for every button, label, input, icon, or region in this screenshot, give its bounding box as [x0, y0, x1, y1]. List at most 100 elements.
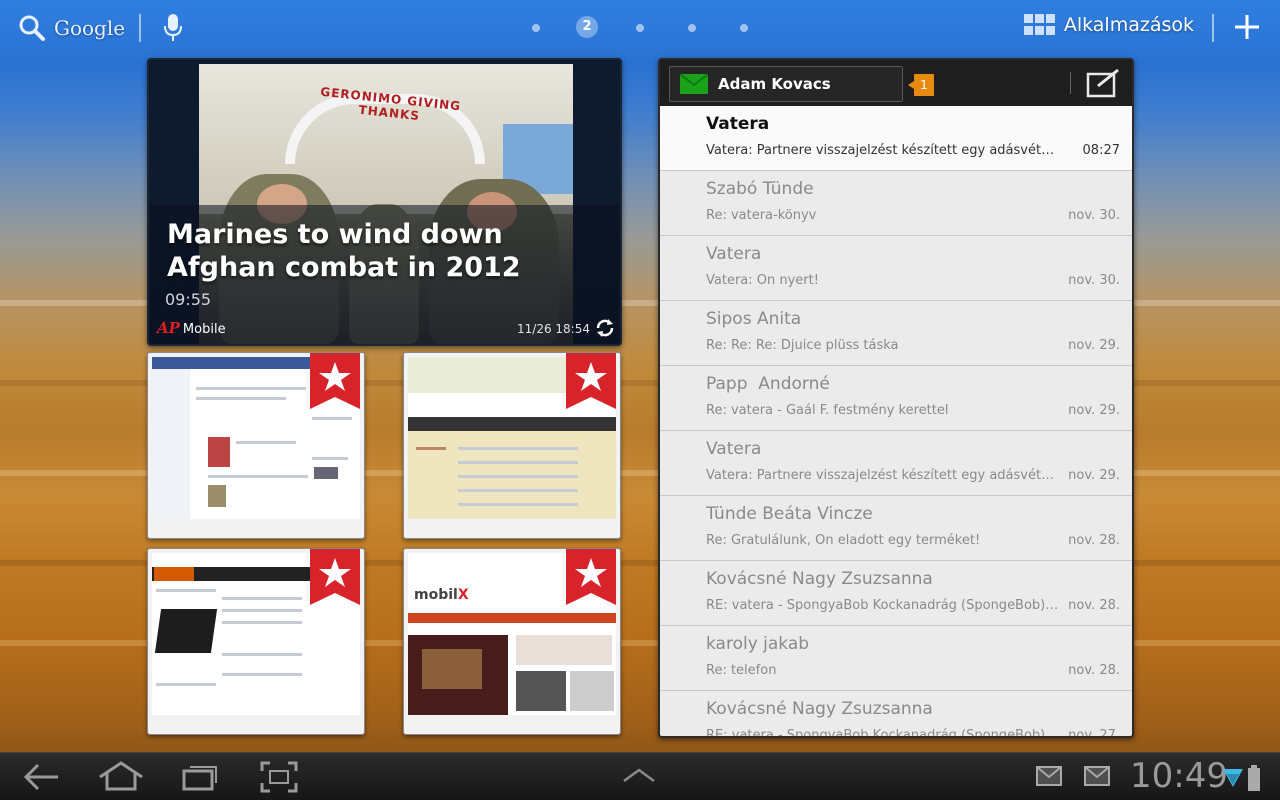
wifi-status[interactable] [1222, 765, 1244, 793]
page-dot[interactable] [532, 24, 540, 32]
gmail-widget: Adam Kovacs 1 Vatera Vatera: Partnere vi… [658, 58, 1134, 738]
back-button[interactable] [22, 761, 62, 797]
quick-menu-button[interactable] [622, 767, 656, 789]
message-date: nov. 29. [1068, 403, 1120, 418]
message-sender: karoly jakab [706, 634, 810, 654]
bookmark-facebook[interactable] [147, 352, 365, 539]
bookmark-geeks[interactable] [147, 548, 365, 735]
star-icon [566, 353, 616, 409]
news-time: 09:55 [165, 290, 212, 309]
mail-notification-icon [1084, 766, 1110, 786]
message-row[interactable]: Szabó Tünde Re: vatera-könyv nov. 30. [660, 171, 1132, 236]
message-sender: Kovácsné Nagy Zsuzsanna [706, 699, 933, 719]
message-row[interactable]: Vatera Vatera: On nyert! nov. 30. [660, 236, 1132, 301]
message-sender: Kovácsné Nagy Zsuzsanna [706, 569, 933, 589]
message-date: nov. 28. [1068, 598, 1120, 613]
message-row[interactable]: Vatera Vatera: Partnere visszajelzést ké… [660, 106, 1132, 171]
message-date: nov. 27. [1068, 728, 1120, 736]
message-sender: Szabó Tünde [706, 179, 814, 199]
account-selector[interactable]: Adam Kovacs [669, 66, 903, 102]
unread-count-badge: 1 [908, 74, 934, 96]
microphone-icon [164, 14, 182, 41]
message-row[interactable]: Kovácsné Nagy Zsuzsanna RE: vatera - Spo… [660, 691, 1132, 736]
bookmark-mobilx[interactable]: mobilX [403, 548, 621, 735]
divider [139, 14, 141, 42]
message-subject: Re: vatera-könyv [706, 208, 817, 223]
message-subject: Vatera: On nyert! [706, 273, 819, 288]
search-label: Google [54, 16, 126, 40]
message-subject: RE: vatera - SpongyaBob Kockanadrág (Spo… [706, 598, 1062, 613]
gmail-notification[interactable] [1036, 766, 1062, 790]
message-sender: Vatera [706, 114, 770, 134]
message-row[interactable]: Vatera Vatera: Partnere visszajelzést ké… [660, 431, 1132, 496]
google-search-button[interactable]: Google [18, 14, 125, 42]
home-button[interactable] [98, 761, 144, 797]
message-subject: Vatera: Partnere visszajelzést készített… [706, 143, 1062, 158]
apps-button[interactable]: Alkalmazások [1023, 14, 1194, 36]
page-dot[interactable] [636, 24, 644, 32]
account-name: Adam Kovacs [718, 75, 831, 93]
source-suffix: Mobile [182, 322, 226, 337]
status-clock[interactable]: 10:49 [1130, 756, 1228, 796]
message-row[interactable]: Tünde Beáta Vincze Re: Gratulálunk, On e… [660, 496, 1132, 561]
mail-icon [680, 74, 708, 94]
chevron-up-icon [623, 768, 655, 783]
battery-icon [1248, 765, 1260, 791]
bookmark-star-ribbon [310, 549, 360, 609]
message-sender: Vatera [706, 439, 762, 459]
page-dot-current[interactable]: 2 [576, 16, 598, 38]
divider [1070, 72, 1071, 94]
recent-apps-button[interactable] [182, 761, 220, 797]
news-timestamp: 11/26 18:54 [517, 322, 590, 336]
message-date: nov. 29. [1068, 338, 1120, 353]
search-icon [19, 15, 45, 41]
screenshot-button[interactable] [260, 761, 298, 797]
news-widget[interactable]: GERONIMO GIVING THANKS Marines to wind d… [147, 58, 622, 346]
refresh-button[interactable] [594, 317, 616, 343]
back-icon [23, 763, 58, 791]
message-subject: Vatera: Partnere visszajelzést készített… [706, 468, 1062, 483]
voice-search-button[interactable] [162, 13, 184, 47]
message-subject: Re: telefon [706, 663, 777, 678]
refresh-icon [596, 319, 614, 337]
star-icon [310, 353, 360, 409]
message-date: nov. 30. [1068, 208, 1120, 223]
message-sender: Sipos Anita [706, 309, 802, 329]
app-grid-icon [1023, 14, 1055, 35]
home-icon [99, 761, 143, 791]
message-row[interactable]: Sipos Anita Re: Re: Re: Djuice plüss tás… [660, 301, 1132, 366]
add-widget-button[interactable] [1232, 12, 1262, 46]
message-date: nov. 28. [1068, 663, 1120, 678]
mail-notification-icon [1036, 766, 1062, 786]
message-subject: RE: vatera - SpongyaBob Kockanadrág (Spo… [706, 728, 1062, 736]
star-icon [310, 549, 360, 605]
star-icon [566, 549, 616, 605]
bookmark-prohardver[interactable] [403, 352, 621, 539]
plus-icon [1235, 15, 1259, 39]
gmail-header: Adam Kovacs 1 [660, 60, 1132, 106]
recent-apps-icon [182, 766, 217, 791]
message-date: nov. 29. [1068, 468, 1120, 483]
page-dot[interactable] [688, 24, 696, 32]
message-sender: Tünde Beáta Vincze [706, 504, 873, 524]
divider [1212, 14, 1214, 42]
top-bar: Google 2 Alkalmazások [0, 0, 1280, 56]
screenshot-icon [260, 761, 298, 793]
message-date: 08:27 [1082, 143, 1120, 158]
news-headline[interactable]: Marines to wind down Afghan combat in 20… [167, 218, 607, 284]
wifi-icon [1223, 769, 1243, 787]
message-subject: Re: Re: Re: Djuice plüss táska [706, 338, 899, 353]
message-sender: Vatera [706, 244, 762, 264]
message-subject: Re: Gratulálunk, On eladott egy terméket… [706, 533, 981, 548]
message-row[interactable]: karoly jakab Re: telefon nov. 28. [660, 626, 1132, 691]
battery-status[interactable] [1248, 765, 1260, 795]
page-dot[interactable] [740, 24, 748, 32]
bookmark-star-ribbon [566, 353, 616, 413]
message-row[interactable]: Kovácsné Nagy Zsuzsanna RE: vatera - Spo… [660, 561, 1132, 626]
message-list[interactable]: Vatera Vatera: Partnere visszajelzést ké… [660, 106, 1132, 736]
message-subject: Re: vatera - Gaál F. festmény kerettel [706, 403, 949, 418]
email-notification[interactable] [1084, 766, 1110, 790]
bookmark-star-ribbon [310, 353, 360, 413]
compose-button[interactable] [1086, 68, 1120, 102]
message-row[interactable]: Papp Andorné Re: vatera - Gaál F. festmé… [660, 366, 1132, 431]
